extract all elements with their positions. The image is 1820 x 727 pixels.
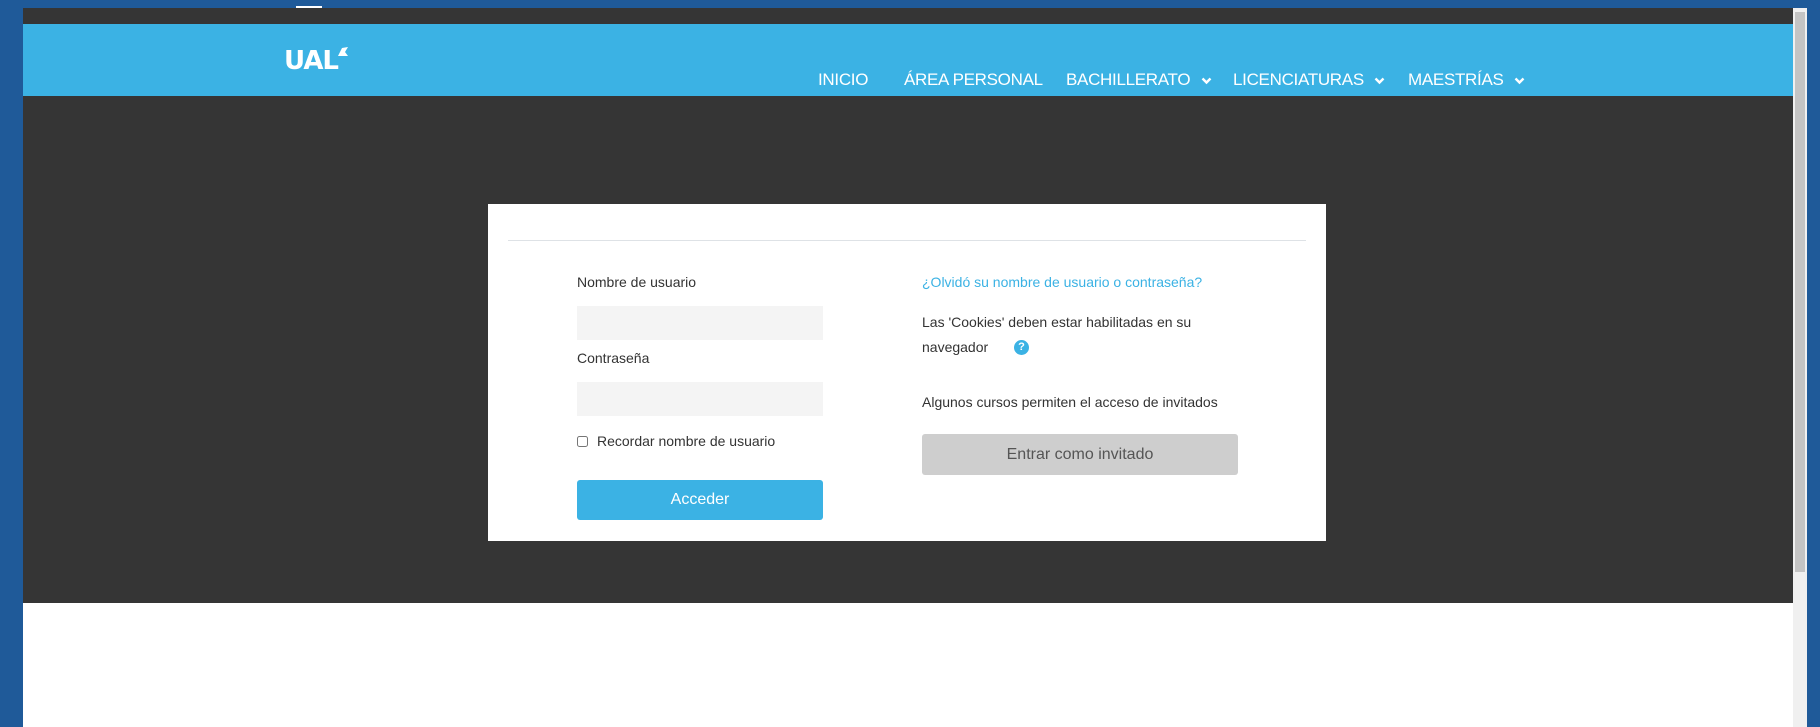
navbar: UAL INICIO ÁREA PERSONAL BACHILLERATO LI… [23, 24, 1793, 96]
login-card: Nombre de usuario Contraseña Recordar no… [488, 204, 1326, 541]
login-button[interactable]: Acceder [577, 480, 823, 520]
nav-item-label: ÁREA PERSONAL [904, 70, 1043, 89]
divider [508, 240, 1306, 241]
remember-username-label[interactable]: Recordar nombre de usuario [597, 433, 775, 449]
chevron-down-icon [1374, 77, 1385, 84]
username-label: Nombre de usuario [577, 274, 697, 290]
username-input[interactable] [577, 306, 823, 340]
vertical-scrollbar[interactable] [1793, 8, 1807, 727]
hero-section: Nombre de usuario Contraseña Recordar no… [23, 96, 1793, 603]
logo[interactable]: UAL [284, 46, 339, 76]
scrollbar-thumb[interactable] [1795, 12, 1805, 572]
password-input[interactable] [577, 382, 823, 416]
guest-login-button[interactable]: Entrar como invitado [922, 434, 1238, 475]
nav-item-label: INICIO [818, 70, 869, 89]
nav-item-licenciaturas[interactable]: LICENCIATURAS [1233, 70, 1385, 90]
guest-access-text: Algunos cursos permiten el acceso de inv… [922, 394, 1218, 410]
nav-item-label: MAESTRÍAS [1408, 70, 1504, 89]
nav-item-maestrias[interactable]: MAESTRÍAS [1408, 70, 1525, 90]
nav-item-bachillerato[interactable]: BACHILLERATO [1066, 70, 1212, 90]
nav-item-label: LICENCIATURAS [1233, 70, 1364, 89]
nav-item-inicio[interactable]: INICIO [818, 70, 868, 90]
desktop-edge [1807, 0, 1820, 727]
nav-item-area-personal[interactable]: ÁREA PERSONAL [904, 70, 1043, 90]
cookies-notice: Las 'Cookies' deben estar habilitadas en… [922, 314, 1192, 330]
chevron-down-icon [1201, 77, 1212, 84]
browser-page: UAL INICIO ÁREA PERSONAL BACHILLERATO LI… [23, 8, 1793, 727]
question-circle-icon[interactable]: ? [1014, 340, 1029, 355]
password-label: Contraseña [577, 350, 650, 366]
chevron-down-icon [1514, 77, 1525, 84]
top-strip [23, 8, 1793, 24]
remember-username-checkbox[interactable] [577, 436, 588, 447]
forgot-credentials-link[interactable]: ¿Olvidó su nombre de usuario o contraseñ… [922, 274, 1202, 290]
cookies-notice-line2: navegador [922, 339, 989, 355]
nav-item-label: BACHILLERATO [1066, 70, 1191, 89]
logo-mark-icon [338, 47, 348, 56]
